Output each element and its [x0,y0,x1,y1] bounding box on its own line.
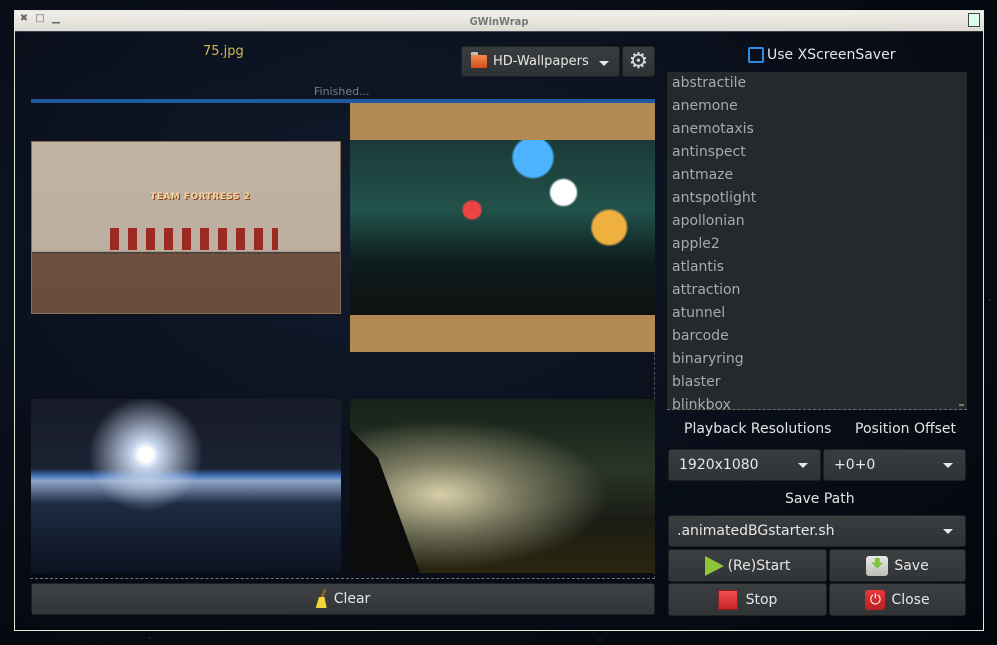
gear-icon: ⚙ [628,49,649,74]
save-path-select[interactable]: .animatedBGstarter.sh [668,515,966,547]
scrollbar[interactable] [959,404,964,406]
list-item[interactable]: atunnel [667,302,967,325]
clear-button-label: Clear [333,591,371,607]
use-xscreensaver-checkbox[interactable]: Use XScreenSaver [748,47,895,63]
checkbox-icon[interactable] [748,47,764,63]
close-button[interactable]: ⏻ Close [829,583,966,616]
folder-icon [471,52,487,68]
offset-select[interactable]: +0+0 [823,449,966,481]
list-item[interactable]: blaster [667,371,967,394]
chevron-down-icon [943,529,953,534]
save-path-label: Save Path [785,491,855,507]
close-button-label: Close [891,591,930,608]
restart-button-label: (Re)Start [727,557,791,574]
play-icon [704,555,724,576]
title-bar[interactable]: ✖ □ ▁ GWinWrap [15,11,983,32]
thumbnail-grid[interactable]: TEAM FORTRESS 2 [30,103,655,579]
use-xscreensaver-label: Use XScreenSaver [767,47,896,63]
list-item[interactable]: antmaze [667,164,967,187]
list-item[interactable]: attraction [667,279,967,302]
resolution-select-value: 1920x1080 [679,457,759,473]
thumbnail-city-night-street[interactable] [350,103,655,352]
power-icon: ⏻ [865,589,886,610]
save-button-label: Save [894,557,929,574]
list-item[interactable]: antinspect [667,141,967,164]
close-window-icon[interactable]: ✖ [19,13,29,24]
window-title: GWinWrap [469,14,529,28]
list-item[interactable]: binaryring [667,348,967,371]
chevron-down-icon [798,463,808,468]
offset-select-value: +0+0 [834,457,876,473]
stop-icon [717,589,738,610]
list-item[interactable]: apollonian [667,210,967,233]
thumbnail-caption: TEAM FORTRESS 2 [150,192,251,202]
settings-button[interactable]: ⚙ [622,46,655,77]
minimize-window-icon[interactable]: ▁ [51,13,61,24]
list-item[interactable]: anemone [667,95,967,118]
list-item[interactable]: antspotlight [667,187,967,210]
stop-button-label: Stop [745,591,778,608]
folder-select[interactable]: HD-Wallpapers [461,46,620,77]
list-item[interactable]: apple2 [667,233,967,256]
save-path-select-value: .animatedBGstarter.sh [677,523,835,539]
resolution-select[interactable]: 1920x1080 [668,449,821,481]
thumbnail-cloaked-figure-landscape[interactable] [350,399,655,573]
list-item[interactable]: atlantis [667,256,967,279]
list-item[interactable]: blinkbox [667,394,967,409]
clear-button[interactable]: Clear [31,583,655,615]
list-item[interactable]: anemotaxis [667,118,967,141]
chevron-down-icon [943,463,953,468]
cliff-shape [350,429,420,573]
pixel-characters [110,228,278,250]
save-drive-icon [866,555,889,576]
folder-select-value: HD-Wallpapers [493,54,589,69]
broom-icon [316,589,328,609]
list-item[interactable]: barcode [667,325,967,348]
selected-file-label: 75.jpg [203,44,244,59]
thumbnail-team-fortress-2[interactable]: TEAM FORTRESS 2 [31,141,341,314]
restart-button[interactable]: (Re)Start [668,549,827,582]
thumbnail-earth-sunrise[interactable] [31,399,341,573]
save-button[interactable]: Save [829,549,966,582]
chevron-down-icon [599,61,609,66]
maximize-window-icon[interactable]: □ [35,13,45,24]
status-text: Finished... [314,85,370,98]
playback-resolutions-label: Playback Resolutions [684,421,832,437]
list-item[interactable]: abstractile [667,72,967,95]
position-offset-label: Position Offset [855,421,957,437]
app-icon [968,13,980,27]
screensaver-list[interactable]: abstractile anemone anemotaxis antinspec… [667,72,967,410]
stop-button[interactable]: Stop [668,583,827,616]
city-image [350,140,655,315]
